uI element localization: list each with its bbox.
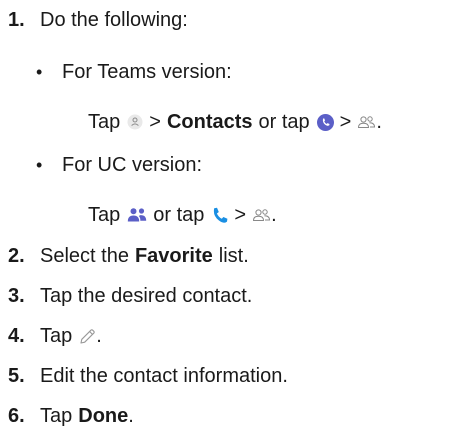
step-text: Do the following:	[40, 9, 188, 31]
or-tap-text: or tap	[153, 204, 205, 226]
step-number: 3.	[8, 285, 25, 307]
tap-text: Tap	[40, 405, 73, 427]
separator: >	[149, 111, 161, 133]
tap-text: Tap	[88, 111, 121, 133]
bullet-uc: • For UC version:	[0, 153, 202, 177]
period: .	[271, 204, 277, 226]
step-text-post: list.	[218, 245, 249, 267]
pencil-icon	[79, 328, 96, 345]
bullet-marker: •	[36, 62, 43, 82]
tap-text: Tap	[88, 204, 121, 226]
step-2: 2. Select the Favorite list.	[0, 244, 249, 268]
bullet-teams: • For Teams version:	[0, 60, 232, 84]
period: .	[376, 111, 382, 133]
step-6: 6. Tap Done .	[0, 404, 134, 428]
bullet-label: For UC version:	[62, 154, 203, 176]
step-text: Edit the contact information.	[40, 365, 288, 387]
contacts-label: Contacts	[166, 111, 253, 133]
step-3: 3. Tap the desired contact.	[0, 284, 252, 308]
step-number: 5.	[8, 365, 25, 387]
separator: >	[339, 111, 352, 133]
done-label: Done	[78, 405, 129, 427]
bullet-label: For Teams version:	[62, 61, 232, 83]
people-icon	[127, 207, 147, 223]
contacts-group-icon	[357, 115, 376, 130]
uc-instruction: Tap or tap > .	[88, 203, 277, 227]
teams-instruction: Tap > Contacts or tap > .	[88, 110, 382, 134]
step-number: 1.	[8, 9, 25, 31]
separator: >	[234, 204, 247, 226]
period: .	[128, 405, 134, 427]
tap-text: Tap	[40, 325, 73, 347]
bullet-marker: •	[36, 155, 43, 175]
teams-calls-icon	[316, 113, 334, 131]
phone-icon	[212, 207, 228, 224]
step-text: Tap the desired contact.	[40, 285, 253, 307]
period: .	[96, 325, 102, 347]
step-1: 1. Do the following:	[0, 8, 188, 32]
or-tap-text: or tap	[258, 111, 310, 133]
step-5: 5. Edit the contact information.	[0, 364, 288, 388]
step-4: 4. Tap .	[0, 324, 102, 348]
contacts-group-icon	[252, 208, 271, 223]
step-number: 2.	[8, 245, 25, 267]
avatar-icon	[127, 114, 143, 130]
favorite-label: Favorite	[134, 245, 213, 267]
step-number: 6.	[8, 405, 25, 427]
step-text-pre: Select the	[40, 245, 129, 267]
step-number: 4.	[8, 325, 25, 347]
